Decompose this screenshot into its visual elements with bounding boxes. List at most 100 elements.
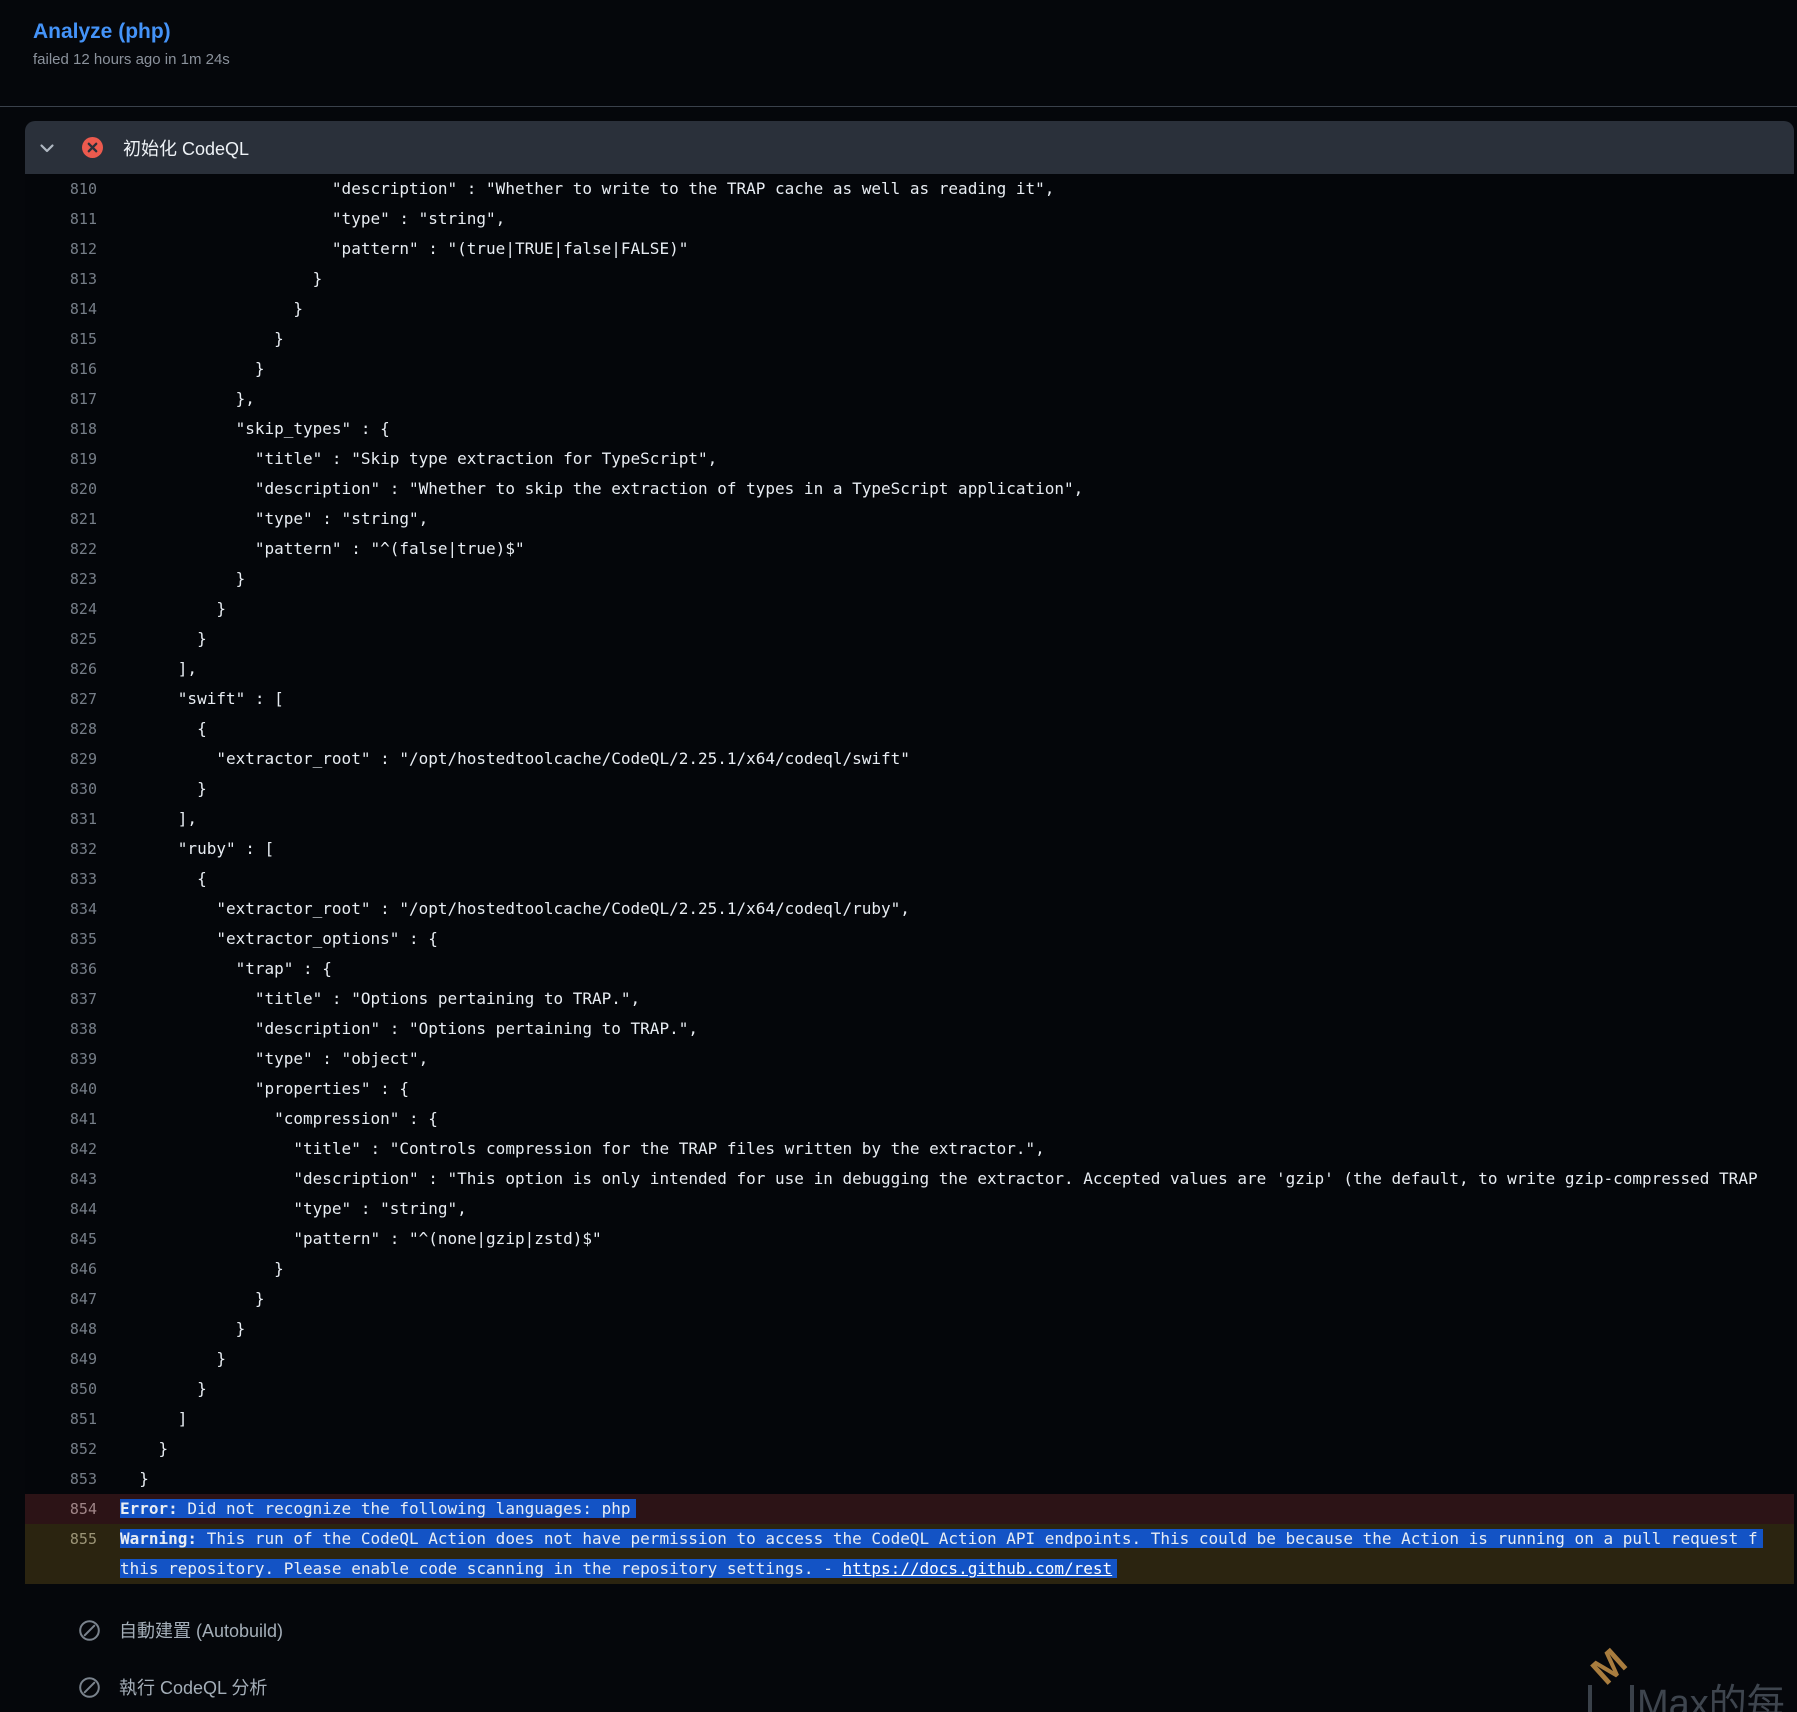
line-number[interactable]: 812 <box>25 234 97 264</box>
line-number[interactable]: 815 <box>25 324 97 354</box>
log-line: 810 "description" : "Whether to write to… <box>25 174 1794 204</box>
line-number[interactable]: 836 <box>25 954 97 984</box>
log-text: } <box>97 1284 265 1314</box>
line-number[interactable]: 830 <box>25 774 97 804</box>
log-line: 813 } <box>25 264 1794 294</box>
log-text: "compression" : { <box>97 1104 438 1134</box>
log-line: 844 "type" : "string", <box>25 1194 1794 1224</box>
log-text: "extractor_root" : "/opt/hostedtoolcache… <box>97 894 910 924</box>
log-text: } <box>97 564 245 594</box>
line-number[interactable]: 849 <box>25 1344 97 1374</box>
line-number[interactable]: 823 <box>25 564 97 594</box>
log-text: "title" : "Skip type extraction for Type… <box>97 444 717 474</box>
line-number[interactable]: 828 <box>25 714 97 744</box>
log-text: }, <box>97 384 255 414</box>
log-text: ], <box>97 654 197 684</box>
line-number[interactable]: 831 <box>25 804 97 834</box>
line-number[interactable]: 819 <box>25 444 97 474</box>
watermark: M Max的每一天 <box>1586 1650 1797 1712</box>
line-number[interactable]: 845 <box>25 1224 97 1254</box>
log-text: { <box>97 714 207 744</box>
circle-slash-icon <box>79 1620 100 1641</box>
log-text: } <box>97 624 207 654</box>
log-text: } <box>97 264 322 294</box>
log-line: 816 } <box>25 354 1794 384</box>
step-name: 自動建置 (Autobuild) <box>119 1617 283 1643</box>
line-number[interactable]: 834 <box>25 894 97 924</box>
line-number[interactable]: 837 <box>25 984 97 1014</box>
log-line: 831 ], <box>25 804 1794 834</box>
line-number[interactable]: 827 <box>25 684 97 714</box>
x-circle-fail-icon <box>82 137 103 158</box>
line-number[interactable]: 811 <box>25 204 97 234</box>
job-status-text: failed 12 hours ago in 1m 24s <box>33 51 230 68</box>
log-line: 828 { <box>25 714 1794 744</box>
log-text: "ruby" : [ <box>97 834 274 864</box>
line-number[interactable]: 813 <box>25 264 97 294</box>
log-text: ], <box>97 804 197 834</box>
log-line: 843 "description" : "This option is only… <box>25 1164 1794 1194</box>
line-number[interactable]: 821 <box>25 504 97 534</box>
line-number[interactable]: 814 <box>25 294 97 324</box>
line-number[interactable]: 854 <box>25 1494 97 1524</box>
line-number[interactable]: 848 <box>25 1314 97 1344</box>
line-number[interactable]: 853 <box>25 1464 97 1494</box>
log-line: 833 { <box>25 864 1794 894</box>
chevron-down-icon[interactable] <box>38 139 56 157</box>
line-number[interactable]: 840 <box>25 1074 97 1104</box>
line-number[interactable]: 825 <box>25 624 97 654</box>
log-line: 830 } <box>25 774 1794 804</box>
docs-link[interactable]: https://docs.github.com/rest <box>842 1559 1112 1578</box>
line-number[interactable]: 838 <box>25 1014 97 1044</box>
line-number[interactable]: 842 <box>25 1134 97 1164</box>
line-number[interactable]: 810 <box>25 174 97 204</box>
line-number <box>25 1554 97 1584</box>
line-number[interactable]: 816 <box>25 354 97 384</box>
step-name: 執行 CodeQL 分析 <box>119 1674 267 1700</box>
log-line: 822 "pattern" : "^(false|true)$" <box>25 534 1794 564</box>
line-number[interactable]: 829 <box>25 744 97 774</box>
line-number[interactable]: 817 <box>25 384 97 414</box>
log-text: "title" : "Options pertaining to TRAP.", <box>97 984 640 1014</box>
log-line: 852 } <box>25 1434 1794 1464</box>
step-header-run-codeql-analysis: 執行 CodeQL 分析 <box>79 1674 267 1700</box>
log-text: "type" : "string", <box>97 504 428 534</box>
line-number[interactable]: 832 <box>25 834 97 864</box>
log-line: 846 } <box>25 1254 1794 1284</box>
line-number[interactable]: 818 <box>25 414 97 444</box>
log-text: } <box>97 1464 149 1494</box>
log-text: "type" : "string", <box>97 1194 467 1224</box>
log-text: } <box>97 1434 168 1464</box>
step-header-initialize-codeql[interactable]: 初始化 CodeQL <box>25 121 1794 174</box>
line-number[interactable]: 833 <box>25 864 97 894</box>
log-line: 834 "extractor_root" : "/opt/hostedtoolc… <box>25 894 1794 924</box>
line-number[interactable]: 844 <box>25 1194 97 1224</box>
line-number[interactable]: 843 <box>25 1164 97 1194</box>
log-text: "swift" : [ <box>97 684 284 714</box>
log-line: 851 ] <box>25 1404 1794 1434</box>
line-number[interactable]: 822 <box>25 534 97 564</box>
line-number[interactable]: 820 <box>25 474 97 504</box>
line-number[interactable]: 839 <box>25 1044 97 1074</box>
line-number[interactable]: 855 <box>25 1524 97 1554</box>
log-text: } <box>97 1314 245 1344</box>
log-text: "pattern" : "^(false|true)$" <box>97 534 525 564</box>
line-number[interactable]: 841 <box>25 1104 97 1134</box>
header-divider <box>0 106 1797 107</box>
log-text: } <box>97 324 284 354</box>
log-line: 824 } <box>25 594 1794 624</box>
log-text: } <box>97 294 303 324</box>
line-number[interactable]: 850 <box>25 1374 97 1404</box>
job-title[interactable]: Analyze (php) <box>33 20 230 44</box>
line-number[interactable]: 835 <box>25 924 97 954</box>
line-number[interactable]: 826 <box>25 654 97 684</box>
log-line: 847 } <box>25 1284 1794 1314</box>
line-number[interactable]: 846 <box>25 1254 97 1284</box>
line-number[interactable]: 851 <box>25 1404 97 1434</box>
line-number[interactable]: 852 <box>25 1434 97 1464</box>
line-number[interactable]: 824 <box>25 594 97 624</box>
log-text: "title" : "Controls compression for the … <box>97 1134 1045 1164</box>
log-text: } <box>97 1374 207 1404</box>
log-line: 823 } <box>25 564 1794 594</box>
line-number[interactable]: 847 <box>25 1284 97 1314</box>
